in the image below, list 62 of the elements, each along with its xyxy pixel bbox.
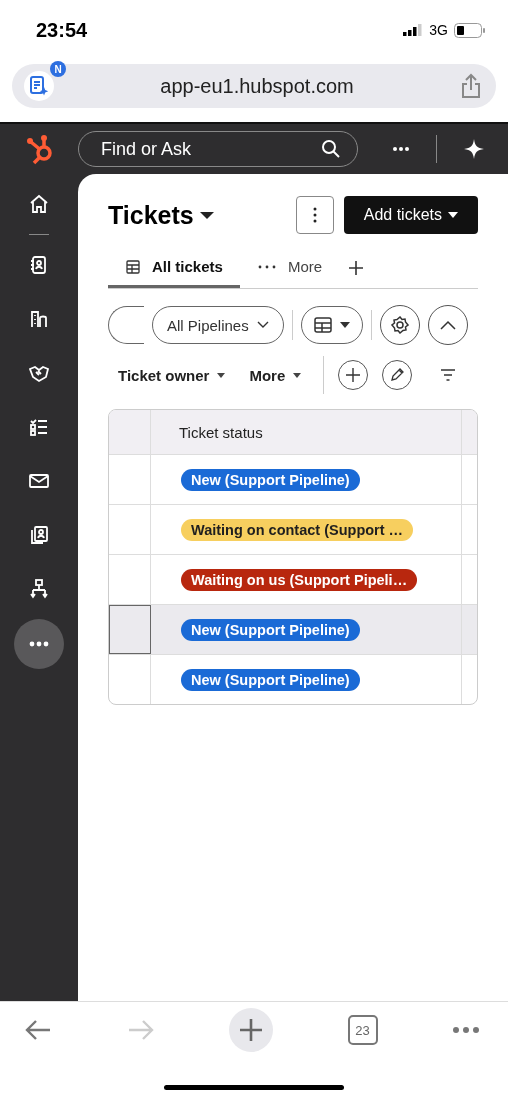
signal-icon [403,24,424,36]
chevron-up-icon [439,320,456,330]
back-icon[interactable] [24,1019,52,1041]
more-icon[interactable] [392,146,410,152]
tab-count-button[interactable]: 23 [347,1015,378,1045]
table-row[interactable]: New (Support Pipeline) [109,655,477,704]
plus-icon [345,367,362,383]
share-icon[interactable] [460,73,482,99]
table-icon [313,317,332,333]
add-view-icon[interactable] [348,260,365,276]
pencil-icon [389,367,406,383]
status-tag: Waiting on contact (Support … [181,518,414,541]
search-icon [321,139,341,159]
mail-icon[interactable] [29,471,49,491]
table-row[interactable]: Waiting on us (Support Pipeli… [109,555,477,605]
add-tickets-button[interactable]: Add tickets [343,196,478,234]
deals-icon[interactable] [29,363,49,383]
view-tab[interactable]: All tickets [108,248,240,288]
ellipsis-icon [258,264,276,269]
filter-icon[interactable] [440,369,457,381]
notification-badge: N [50,61,66,77]
more-apps-button[interactable] [14,619,64,669]
address-bar[interactable]: N app-eu1.hubspot.com [12,64,496,108]
sparkle-icon[interactable] [463,138,485,160]
search-field[interactable]: Find or Ask [99,137,321,161]
edit-button[interactable] [382,360,413,390]
status-tag: New (Support Pipeline) [181,618,360,641]
search-pill[interactable] [108,306,144,344]
companies-icon[interactable] [29,309,49,329]
home-icon[interactable] [29,194,49,214]
table-row[interactable]: Waiting on contact (Support … [109,505,477,555]
vertical-dots-icon [312,207,317,223]
network-label: 3G [429,22,448,38]
status-time: 23:54 [36,18,88,42]
collapse-button[interactable] [427,305,468,345]
add-filter-button[interactable] [338,360,369,390]
table-view-dropdown[interactable] [300,306,363,344]
status-tag: New (Support Pipeline) [181,468,360,491]
ellipsis-icon [29,641,49,647]
table-row[interactable]: New (Support Pipeline) [109,455,477,505]
pipeline-dropdown[interactable]: All Pipelines [152,306,284,344]
battery-icon [454,22,486,38]
new-tab-button[interactable] [229,1008,273,1052]
settings-button[interactable] [379,305,420,345]
table-row[interactable]: New (Support Pipeline) [109,605,477,655]
status-tag: Waiting on us (Support Pipeli… [181,568,418,591]
plus-icon [239,1018,263,1042]
filter-dropdown[interactable]: Ticket owner [108,366,226,384]
chevron-down-icon [256,321,269,329]
contacts-icon[interactable] [29,255,49,275]
gear-icon [390,316,409,334]
tasks-icon[interactable] [29,417,49,437]
extension-icon[interactable] [24,71,54,101]
status-tag: New (Support Pipeline) [181,668,360,691]
view-tab[interactable]: More [240,248,339,288]
table-icon [126,259,140,274]
options-button[interactable] [295,196,334,234]
page-title-dropdown[interactable]: Tickets [108,200,214,230]
contact-cards-icon[interactable] [29,525,49,545]
url-text: app-eu1.hubspot.com [159,74,355,98]
filter-dropdown[interactable]: More [239,366,302,384]
workflows-icon[interactable] [29,579,49,599]
